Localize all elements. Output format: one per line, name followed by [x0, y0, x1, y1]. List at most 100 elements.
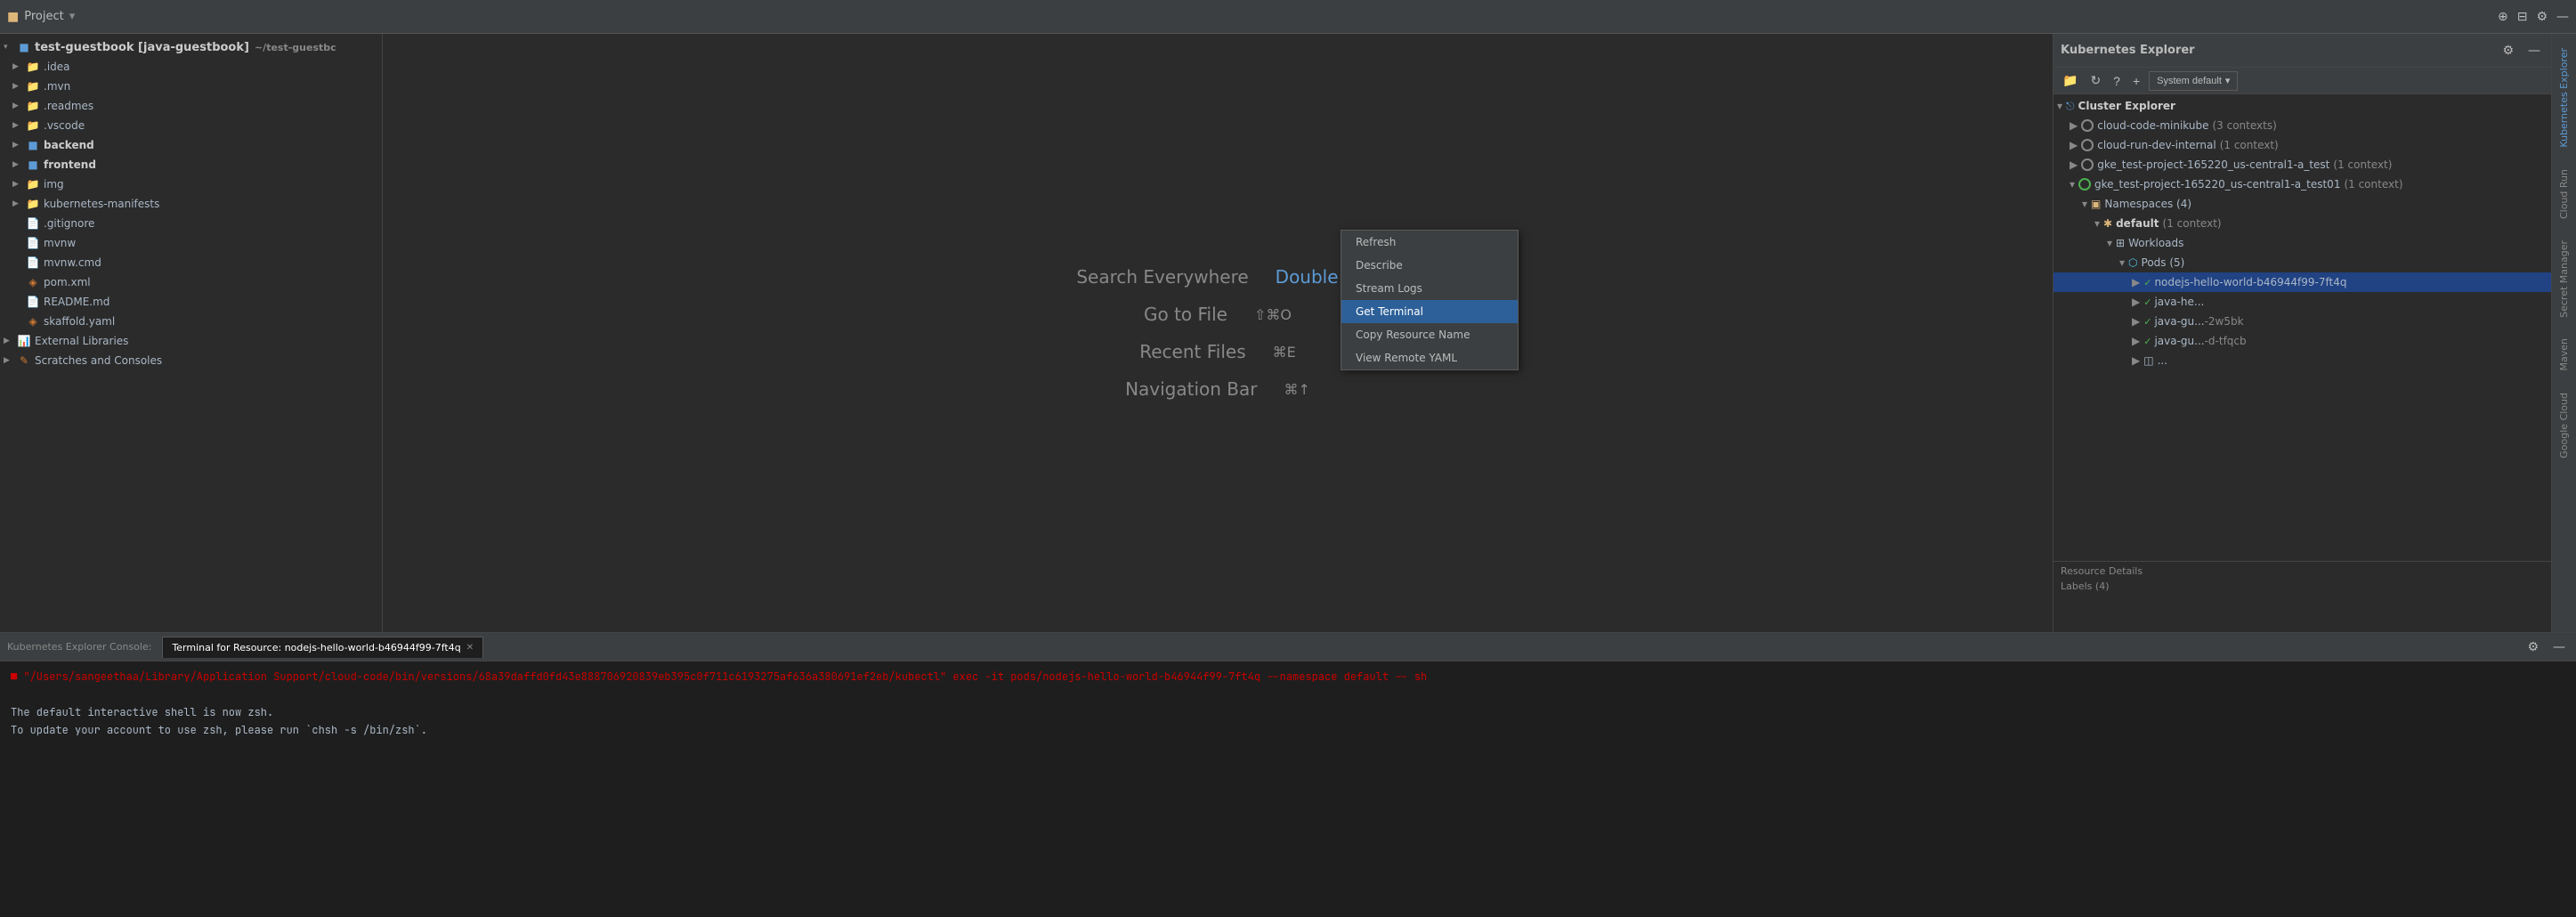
tree-readmes[interactable]: ▶ 📁 .readmes [0, 96, 382, 116]
context-menu-refresh[interactable]: Refresh [1341, 231, 1518, 254]
k8s-extra-pod[interactable]: ▶ ◫ ... [2054, 351, 2551, 370]
gke-test-arrow: ▶ [2070, 158, 2078, 171]
goto-file-label: Go to File [1144, 304, 1227, 325]
sidebar-tab-google-cloud[interactable]: Google Cloud [2555, 382, 2573, 469]
search-everywhere-label: Search Everywhere [1076, 266, 1248, 288]
tree-pomxml[interactable]: ▶ ◈ pom.xml [0, 272, 382, 292]
project-title: ■ Project ▾ [7, 10, 75, 24]
context-menu-stream-logs-label: Stream Logs [1356, 282, 1422, 295]
default-ns-arrow: ▾ [2094, 217, 2100, 230]
sidebar-tab-secret-manager[interactable]: Secret Manager [2555, 230, 2573, 329]
k8s-gke-test[interactable]: ▶ gke_test-project-165220_us-central1-a_… [2054, 155, 2551, 174]
k8s-add-icon[interactable]: + [2129, 72, 2143, 90]
k8s-default-ns[interactable]: ▾ ✱ default (1 context) [2054, 214, 2551, 233]
tree-skaffold[interactable]: ▶ ◈ skaffold.yaml [0, 312, 382, 331]
gitignore-label: .gitignore [44, 217, 94, 230]
k8s-context-dropdown[interactable]: System default ▾ [2149, 71, 2238, 91]
tree-k8s-manifests[interactable]: ▶ 📁 kubernetes-manifests [0, 194, 382, 214]
gke-test01-arrow: ▾ [2070, 178, 2075, 191]
root-icon: ■ [16, 41, 32, 53]
img-icon: 📁 [25, 178, 41, 191]
tree-mvnw[interactable]: ▶ 📄 mvnw [0, 233, 382, 253]
skaffold-label: skaffold.yaml [44, 315, 115, 328]
gitignore-icon: 📄 [25, 217, 41, 230]
terminal-minimize-icon[interactable]: — [2549, 638, 2569, 656]
project-topbar: ■ Project ▾ ⊕ ⊟ ⚙ — [0, 0, 2576, 34]
tree-scratches[interactable]: ▶ ✎ Scratches and Consoles [0, 351, 382, 370]
frontend-label: frontend [44, 158, 96, 171]
tree-img[interactable]: ▶ 📁 img [0, 174, 382, 194]
k8s-cloud-run[interactable]: ▶ cloud-run-dev-internal (1 context) [2054, 135, 2551, 155]
tree-frontend[interactable]: ▶ ■ frontend [0, 155, 382, 174]
k8s-nodejs-pod[interactable]: ▶ ✓ nodejs-hello-world-b46944f99-7ft4q [2054, 272, 2551, 292]
java-gu1-check: ✓ [2143, 316, 2151, 328]
k8s-pods[interactable]: ▾ ⬡ Pods (5) [2054, 253, 2551, 272]
mvnw-label: mvnw [44, 237, 76, 249]
recent-files-label: Recent Files [1139, 341, 1245, 362]
terminal-settings-icon[interactable]: ⚙ [2523, 638, 2542, 656]
tree-gitignore[interactable]: ▶ 📄 .gitignore [0, 214, 382, 233]
collapse-icon[interactable]: ⊟ [2517, 10, 2528, 24]
tree-vscode[interactable]: ▶ 📁 .vscode [0, 116, 382, 135]
extlibs-arrow: ▶ [4, 337, 16, 345]
vscode-arrow: ▶ [12, 121, 25, 130]
readmes-arrow: ▶ [12, 101, 25, 110]
context-menu-describe-label: Describe [1356, 259, 1403, 272]
tree-mvn[interactable]: ▶ 📁 .mvn [0, 77, 382, 96]
context-menu-stream-logs[interactable]: Stream Logs [1341, 277, 1518, 300]
sidebar-tab-cloud-run[interactable]: Cloud Run [2555, 158, 2573, 230]
cluster-explorer-label: Cluster Explorer [2078, 100, 2175, 112]
globe-icon[interactable]: ⊕ [2498, 10, 2508, 24]
context-menu-view-remote-yaml[interactable]: View Remote YAML [1341, 346, 1518, 369]
k8s-resource-details: Resource Details Labels (4) [2054, 561, 2551, 632]
k8s-cluster-explorer[interactable]: ▾ ⎋ Cluster Explorer [2054, 96, 2551, 116]
terminal-tab-close-icon[interactable]: ✕ [466, 643, 474, 653]
tree-ext-libs[interactable]: ▶ 📊 External Libraries [0, 331, 382, 351]
pomxml-label: pom.xml [44, 276, 91, 288]
terminal-tab-nodejs[interactable]: Terminal for Resource: nodejs-hello-worl… [162, 637, 483, 658]
context-menu-get-terminal[interactable]: Get Terminal [1341, 300, 1518, 323]
sidebar-tab-kubernetes-explorer[interactable]: Kubernetes Explorer [2555, 37, 2573, 158]
root-label: test-guestbook [java-guestbook] [35, 41, 249, 54]
k8s-close-icon[interactable]: — [2524, 42, 2544, 60]
pods-label: Pods (5) [2142, 256, 2185, 269]
extra-pod-arrow: ▶ [2132, 354, 2140, 367]
settings-icon[interactable]: ⚙ [2536, 10, 2548, 24]
k8s-settings-icon[interactable]: ⚙ [2499, 42, 2517, 60]
minikube-icon [2081, 119, 2094, 132]
frontend-icon: ■ [25, 158, 41, 171]
context-menu-get-terminal-label: Get Terminal [1356, 305, 1423, 318]
sidebar-tab-maven[interactable]: Maven [2555, 328, 2573, 381]
cluster-explorer-icon: ⎋ [2066, 100, 2075, 113]
resource-details-labels: Labels (4) [2061, 580, 2544, 592]
extlibs-icon: 📊 [16, 335, 32, 347]
mvnwcmd-icon: 📄 [25, 256, 41, 269]
nodejs-pod-arrow: ▶ [2132, 276, 2140, 288]
tree-readme[interactable]: ▶ 📄 README.md [0, 292, 382, 312]
terminal-line-3: To update your account to use zsh, pleas… [11, 722, 2565, 738]
k8s-namespaces[interactable]: ▾ ▣ Namespaces (4) [2054, 194, 2551, 214]
project-dropdown-icon[interactable]: ▾ [69, 10, 76, 23]
tree-backend[interactable]: ▶ ■ backend [0, 135, 382, 155]
context-menu-describe[interactable]: Describe [1341, 254, 1518, 277]
pods-arrow: ▾ [2119, 256, 2125, 269]
workloads-label: Workloads [2128, 237, 2183, 249]
k8s-minikube[interactable]: ▶ cloud-code-minikube (3 contexts) [2054, 116, 2551, 135]
k8s-java-he-pod[interactable]: ▶ ✓ java-he... [2054, 292, 2551, 312]
k8s-java-gu1-pod[interactable]: ▶ ✓ java-gu... -2w5bk [2054, 312, 2551, 331]
k8s-help-icon[interactable]: ? [2110, 72, 2124, 90]
tree-idea[interactable]: ▶ 📁 .idea [0, 57, 382, 77]
tree-root[interactable]: ▾ ■ test-guestbook [java-guestbook] ~/te… [0, 37, 382, 57]
minimize-icon[interactable]: — [2556, 10, 2569, 24]
scratches-arrow: ▶ [4, 356, 16, 365]
recent-files-row: Recent Files ⌘E [1139, 341, 1295, 362]
k8s-refresh-icon[interactable]: ↻ [2086, 71, 2104, 90]
k8s-tree: ▾ ⎋ Cluster Explorer ▶ cloud-code-miniku… [2054, 94, 2551, 561]
context-menu-copy-resource-name[interactable]: Copy Resource Name [1341, 323, 1518, 346]
tree-mvnw-cmd[interactable]: ▶ 📄 mvnw.cmd [0, 253, 382, 272]
k8s-gke-test01[interactable]: ▾ gke_test-project-165220_us-central1-a_… [2054, 174, 2551, 194]
k8s-java-gu2-pod[interactable]: ▶ ✓ java-gu... -d-tfqcb [2054, 331, 2551, 351]
k8s-folder-icon[interactable]: 📁 [2059, 71, 2081, 90]
k8s-workloads[interactable]: ▾ ⊞ Workloads [2054, 233, 2551, 253]
nodejs-pod-label: nodejs-hello-world-b46944f99-7ft4q [2154, 276, 2346, 288]
